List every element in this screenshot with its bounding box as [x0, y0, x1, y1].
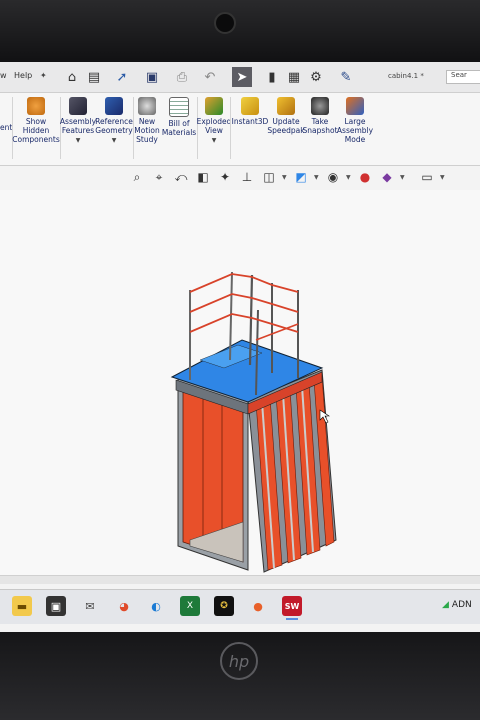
screen: w Help ✦ ⌂ ▤ ➚ ▣ ⎙ ↶ ➤ ▮ ▦ ⚙ ✎ cabin4.1 … — [0, 62, 480, 632]
hide-show-items-icon[interactable]: ◩ — [292, 168, 310, 186]
take-snapshot-label: Take Snapshot — [302, 117, 338, 135]
railing-top-bar — [189, 273, 299, 293]
menu-window[interactable]: w — [0, 71, 7, 80]
excel-icon[interactable]: X — [180, 596, 200, 616]
options-gear-icon[interactable]: ⚙ — [306, 67, 326, 87]
chevron-down-icon[interactable]: ▼ — [212, 137, 217, 144]
chevron-down-icon[interactable]: ▼ — [282, 174, 288, 181]
undo-icon[interactable]: ↶ — [200, 67, 220, 87]
system-tray[interactable]: ◢ ADN — [442, 600, 472, 610]
select-arrow-icon[interactable]: ➤ — [232, 67, 252, 87]
search-box[interactable]: Sear — [446, 70, 480, 84]
heads-up-view-toolbar: ⌕ ⌖ ⤺ ◧ ✦ ⊥ ◫ ▼ ◩ ▼ ◉ ▼ ● ◆ ▼ ▭ ▼ — [128, 166, 446, 188]
chevron-down-icon[interactable]: ▼ — [400, 174, 406, 181]
zoom-to-area-icon[interactable]: ⌖ — [150, 168, 168, 186]
bill-of-materials-button[interactable]: Bill of Materials — [162, 97, 196, 137]
update-speedpak-button[interactable]: Update Speedpak — [267, 97, 305, 135]
command-manager-ribbon: ent Show Hidden Components Assembly Feat… — [0, 93, 480, 166]
webcam — [214, 12, 236, 34]
chevron-down-icon[interactable]: ▼ — [76, 137, 81, 144]
office-icon[interactable]: ◕ — [114, 596, 134, 616]
exploded-view-label: Exploded View — [196, 117, 232, 135]
edge-icon[interactable]: ◐ — [146, 596, 166, 616]
speedpak-icon — [277, 97, 295, 115]
instant3d-button[interactable]: Instant3D — [232, 97, 268, 126]
game-icon[interactable]: ✪ — [214, 596, 234, 616]
chevron-down-icon[interactable]: ▼ — [314, 174, 320, 181]
railing-low-bar — [189, 313, 299, 333]
quick-access-bar: w Help ✦ ⌂ ▤ ➚ ▣ ⎙ ↶ ➤ ▮ ▦ ⚙ ✎ cabin4.1 … — [0, 62, 480, 93]
edit-appearance-icon[interactable]: ◉ — [324, 168, 342, 186]
dynamic-annotation-icon[interactable]: ✦ — [216, 168, 234, 186]
pin-icon[interactable]: ✦ — [40, 71, 47, 80]
customize-icon[interactable]: ✎ — [336, 67, 356, 87]
laptop-bezel-top — [0, 0, 480, 62]
tray-text: ADN — [451, 600, 472, 610]
open-icon[interactable]: ➚ — [112, 67, 132, 87]
take-snapshot-button[interactable]: Take Snapshot — [302, 97, 338, 135]
motion-study-gear-icon — [138, 97, 156, 115]
ribbon-separator — [230, 97, 231, 159]
monitor-display-icon[interactable]: ▭ — [418, 168, 436, 186]
chevron-down-icon[interactable]: ▼ — [112, 137, 117, 144]
show-hidden-components-icon — [27, 97, 45, 115]
graphics-viewport[interactable] — [0, 190, 480, 575]
camera-icon — [311, 97, 329, 115]
view-settings-icon[interactable]: ◆ — [378, 168, 396, 186]
print-icon[interactable]: ⎙ — [172, 67, 192, 87]
exploded-view-icon — [205, 97, 223, 115]
reference-geometry-label: Reference Geometry — [95, 117, 133, 135]
cabin-3d-model[interactable] — [0, 190, 480, 575]
firefox-icon[interactable]: ● — [248, 596, 268, 616]
reference-geometry-button[interactable]: Reference Geometry ▼ — [95, 97, 133, 144]
show-hidden-components-label: Show Hidden Components — [12, 117, 60, 144]
hp-logo: hp — [220, 642, 258, 680]
display-style-icon[interactable]: ◫ — [260, 168, 278, 186]
update-speedpak-label: Update Speedpak — [267, 117, 305, 135]
solidworks-icon[interactable]: SW — [282, 596, 302, 620]
exploded-view-button[interactable]: Exploded View ▼ — [196, 97, 232, 144]
apply-scene-icon[interactable]: ● — [356, 168, 374, 186]
assembly-features-button[interactable]: Assembly Features ▼ — [59, 97, 97, 144]
amd-icon: ◢ — [442, 600, 449, 610]
home-icon[interactable]: ⌂ — [62, 67, 82, 87]
zoom-to-fit-icon[interactable]: ⌕ — [128, 168, 146, 186]
rebuild-icon[interactable]: ▮ — [262, 67, 282, 87]
horizontal-scrollbar[interactable] — [0, 575, 480, 584]
save-icon[interactable]: ▣ — [142, 67, 162, 87]
railing-mid-bar — [189, 293, 299, 313]
reference-geometry-icon — [105, 97, 123, 115]
bill-of-materials-label: Bill of Materials — [161, 119, 197, 137]
ribbon-partial-label: ent — [0, 123, 13, 132]
file-properties-icon[interactable]: ▦ — [284, 67, 304, 87]
store-icon[interactable]: ▣ — [46, 596, 66, 616]
section-view-icon[interactable]: ◧ — [194, 168, 212, 186]
large-assembly-icon — [346, 97, 364, 115]
file-explorer-icon[interactable]: ▬ — [12, 596, 32, 616]
instant3d-icon — [241, 97, 259, 115]
assembly-features-icon — [69, 97, 87, 115]
chevron-down-icon[interactable]: ▼ — [346, 174, 352, 181]
document-title: cabin4.1 * — [388, 72, 424, 80]
new-motion-study-label: New Motion Study — [134, 117, 160, 144]
bill-of-materials-icon — [169, 97, 189, 117]
previous-view-icon[interactable]: ⤺ — [172, 168, 190, 186]
large-assembly-mode-button[interactable]: Large Assembly Mode — [336, 97, 374, 144]
ribbon-partial-left[interactable]: ent — [0, 123, 12, 132]
chevron-down-icon[interactable]: ▼ — [440, 174, 446, 181]
large-assembly-mode-label: Large Assembly Mode — [336, 117, 374, 144]
new-motion-study-button[interactable]: New Motion Study — [134, 97, 160, 144]
menu-help[interactable]: Help — [14, 71, 32, 80]
instant3d-label: Instant3D — [231, 117, 269, 126]
view-orientation-icon[interactable]: ⊥ — [238, 168, 256, 186]
new-document-icon[interactable]: ▤ — [84, 67, 104, 87]
show-hidden-components-button[interactable]: Show Hidden Components — [12, 97, 60, 144]
mail-icon[interactable]: ✉ — [80, 596, 100, 616]
windows-taskbar: ▬ ▣ ✉ ◕ ◐ X ✪ ● SW ◢ ADN — [0, 589, 480, 624]
assembly-features-label: Assembly Features — [59, 117, 97, 135]
